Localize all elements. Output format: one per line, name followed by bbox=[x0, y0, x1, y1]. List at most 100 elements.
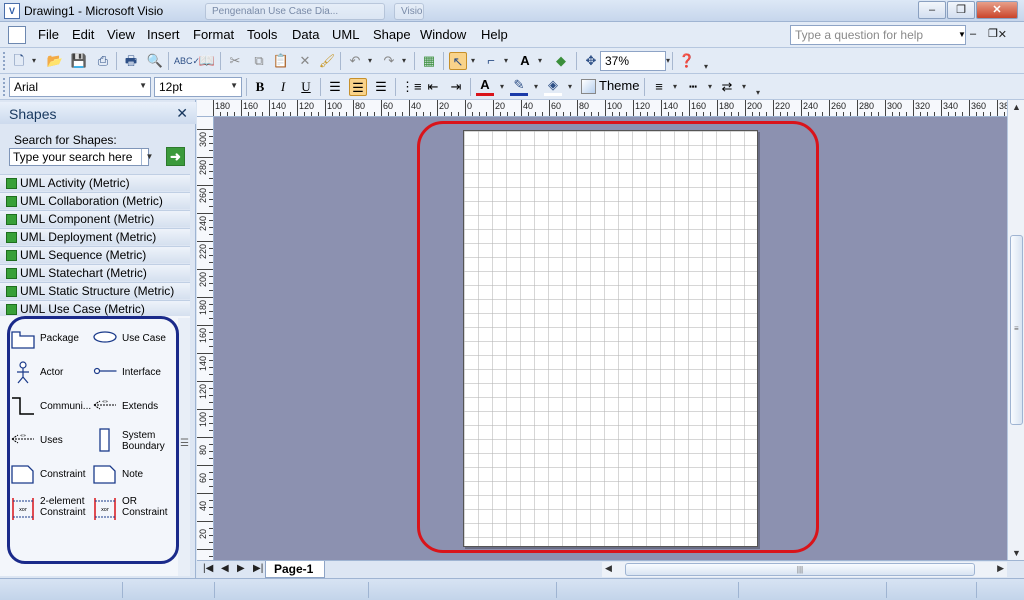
shape-note[interactable]: Note bbox=[92, 462, 177, 492]
drawing-tools-icon[interactable]: ◆ bbox=[552, 52, 570, 70]
horizontal-ruler[interactable]: 180 160 140 120 100 80 60 40 20 0 20 40 60 80 100 120 14… bbox=[197, 100, 1007, 117]
menu-insert[interactable]: Insert bbox=[147, 27, 180, 42]
stencil-uml-component[interactable]: UML Component (Metric) bbox=[0, 210, 190, 227]
stencil-uml-static-structure[interactable]: UML Static Structure (Metric) bbox=[0, 282, 190, 299]
format-painter-icon[interactable]: 🖌 bbox=[318, 52, 336, 70]
menu-uml[interactable]: UML bbox=[332, 27, 359, 42]
shape-extends[interactable]: «» Extends bbox=[92, 394, 177, 424]
maximize-button[interactable]: ❐ bbox=[947, 1, 975, 19]
doc-restore-icon[interactable]: ❐ bbox=[988, 27, 998, 40]
align-right-icon[interactable]: ☰ bbox=[372, 78, 390, 96]
permission-icon[interactable]: ⎙ bbox=[94, 52, 112, 70]
shape-package[interactable]: Package bbox=[10, 326, 90, 356]
delete-icon[interactable]: ✕ bbox=[296, 52, 314, 70]
next-page-icon[interactable]: ▶ bbox=[237, 563, 245, 574]
last-page-icon[interactable]: ▶| bbox=[253, 563, 263, 574]
underline-button[interactable]: U bbox=[297, 78, 315, 96]
open-icon[interactable]: 📂 bbox=[46, 52, 64, 70]
vertical-scroll-thumb[interactable]: ≡ bbox=[1010, 235, 1023, 425]
vertical-scrollbar[interactable]: ▲ ≡ ▼ bbox=[1007, 100, 1024, 560]
undo-icon[interactable]: ↶ bbox=[346, 52, 364, 70]
line-color-icon[interactable]: ✎ bbox=[510, 78, 528, 96]
line-pattern-dropdown-icon[interactable]: ▾ bbox=[706, 78, 714, 96]
scroll-left-icon[interactable]: ◀ bbox=[605, 563, 612, 574]
shape-2-element-constraint[interactable]: xor 2-element Constraint bbox=[10, 494, 90, 526]
redo-icon[interactable]: ↷ bbox=[380, 52, 398, 70]
line-weight-icon[interactable]: ≡ bbox=[650, 78, 668, 96]
shape-interface[interactable]: Interface bbox=[92, 360, 177, 390]
shapes-window-icon[interactable]: ▦ bbox=[420, 52, 438, 70]
menu-view[interactable]: View bbox=[107, 27, 135, 42]
vertical-ruler[interactable]: 300 280 260 240 220 200 180 160 140 120 100 80 60 40 2… bbox=[197, 117, 214, 560]
fill-color-icon[interactable]: ◈ bbox=[544, 78, 562, 96]
document-window-controls[interactable]: ✕ bbox=[998, 28, 1016, 41]
visio-app-icon[interactable]: V bbox=[4, 3, 20, 19]
zoom-dropdown-icon[interactable]: ▾ bbox=[664, 52, 672, 70]
drawing-canvas[interactable] bbox=[214, 117, 1007, 560]
stencil-uml-activity[interactable]: UML Activity (Metric) bbox=[0, 174, 190, 191]
menu-data[interactable]: Data bbox=[292, 27, 319, 42]
zoom-box[interactable]: 37% bbox=[600, 51, 666, 71]
new-dropdown-icon[interactable]: ▾ bbox=[30, 52, 38, 70]
shape-uses[interactable]: «» Uses bbox=[10, 428, 90, 458]
paste-icon[interactable]: 📋 bbox=[272, 52, 290, 70]
horizontal-scroll-thumb[interactable]: ||| bbox=[625, 563, 975, 576]
bullets-icon[interactable]: ⋮≡ bbox=[401, 78, 422, 96]
text-tool-icon[interactable]: A bbox=[516, 52, 534, 70]
font-color-dropdown-icon[interactable]: ▾ bbox=[498, 78, 506, 96]
help-question-input[interactable]: Type a question for help bbox=[790, 25, 966, 45]
menu-shape[interactable]: Shape bbox=[373, 27, 411, 42]
cut-icon[interactable]: ✂ bbox=[226, 52, 244, 70]
menu-edit[interactable]: Edit bbox=[72, 27, 94, 42]
search-dropdown-icon[interactable]: ▼ bbox=[141, 149, 157, 165]
scroll-down-icon[interactable]: ▼ bbox=[1012, 548, 1021, 558]
save-icon[interactable]: 💾 bbox=[70, 52, 88, 70]
menu-tools[interactable]: Tools bbox=[247, 27, 277, 42]
shapes-scrollbar[interactable]: ☰ bbox=[178, 318, 190, 576]
document-icon[interactable] bbox=[8, 26, 26, 44]
stencil-uml-sequence[interactable]: UML Sequence (Metric) bbox=[0, 246, 190, 263]
stencil-uml-use-case[interactable]: UML Use Case (Metric) bbox=[0, 300, 190, 316]
line-weight-dropdown-icon[interactable]: ▾ bbox=[671, 78, 679, 96]
font-size-select[interactable]: 12pt ▼ bbox=[154, 77, 242, 97]
align-center-icon[interactable]: ☰ bbox=[349, 78, 367, 96]
increase-indent-icon[interactable]: ⇥ bbox=[447, 78, 465, 96]
tab-page-1[interactable]: Page-1 bbox=[265, 561, 325, 578]
shape-communication[interactable]: Communi... bbox=[10, 394, 91, 424]
line-color-dropdown-icon[interactable]: ▾ bbox=[532, 78, 540, 96]
close-panel-icon[interactable]: ✕ bbox=[176, 105, 188, 122]
stencil-uml-statechart[interactable]: UML Statechart (Metric) bbox=[0, 264, 190, 281]
help-icon[interactable]: ❓ bbox=[678, 52, 696, 70]
decrease-indent-icon[interactable]: ⇤ bbox=[424, 78, 442, 96]
new-icon[interactable]: 🗋 bbox=[10, 52, 28, 70]
toolbar-grip[interactable] bbox=[3, 78, 6, 96]
stencil-uml-deployment[interactable]: UML Deployment (Metric) bbox=[0, 228, 190, 245]
font-color-icon[interactable]: A bbox=[476, 78, 494, 96]
shapes-panel-header[interactable]: Shapes ✕ bbox=[0, 102, 196, 124]
close-button[interactable]: ✕ bbox=[976, 1, 1018, 19]
italic-button[interactable]: I bbox=[274, 78, 292, 96]
search-shapes-input[interactable]: Type your search here bbox=[9, 148, 149, 166]
help-dropdown-arrow-icon[interactable]: ▼ bbox=[958, 30, 966, 39]
line-pattern-icon[interactable]: ┅ bbox=[684, 78, 702, 96]
align-left-icon[interactable]: ☰ bbox=[326, 78, 344, 96]
shape-system-boundary[interactable]: System Boundary bbox=[92, 428, 177, 458]
minimize-button[interactable]: – bbox=[918, 1, 946, 19]
shape-constraint[interactable]: Constraint bbox=[10, 462, 90, 492]
pointer-dropdown-icon[interactable]: ▾ bbox=[469, 52, 477, 70]
redo-dropdown-icon[interactable]: ▾ bbox=[400, 52, 408, 70]
undo-dropdown-icon[interactable]: ▾ bbox=[366, 52, 374, 70]
drawing-page[interactable] bbox=[463, 130, 758, 547]
menu-window[interactable]: Window bbox=[420, 27, 466, 42]
print-icon[interactable]: 🖶 bbox=[122, 52, 140, 70]
connector-dropdown-icon[interactable]: ▾ bbox=[502, 52, 510, 70]
menu-format[interactable]: Format bbox=[193, 27, 234, 42]
theme-button[interactable]: Theme bbox=[581, 78, 639, 96]
print-preview-icon[interactable]: 🔍 bbox=[146, 52, 164, 70]
toolbar-grip[interactable] bbox=[3, 52, 6, 70]
scroll-up-icon[interactable]: ▲ bbox=[1012, 102, 1021, 112]
connector-tool-icon[interactable]: ⌐ bbox=[482, 52, 500, 70]
research-icon[interactable]: 📖 bbox=[198, 52, 216, 70]
shape-use-case[interactable]: Use Case bbox=[92, 326, 177, 356]
shape-or-constraint[interactable]: xor OR Constraint bbox=[92, 494, 177, 526]
